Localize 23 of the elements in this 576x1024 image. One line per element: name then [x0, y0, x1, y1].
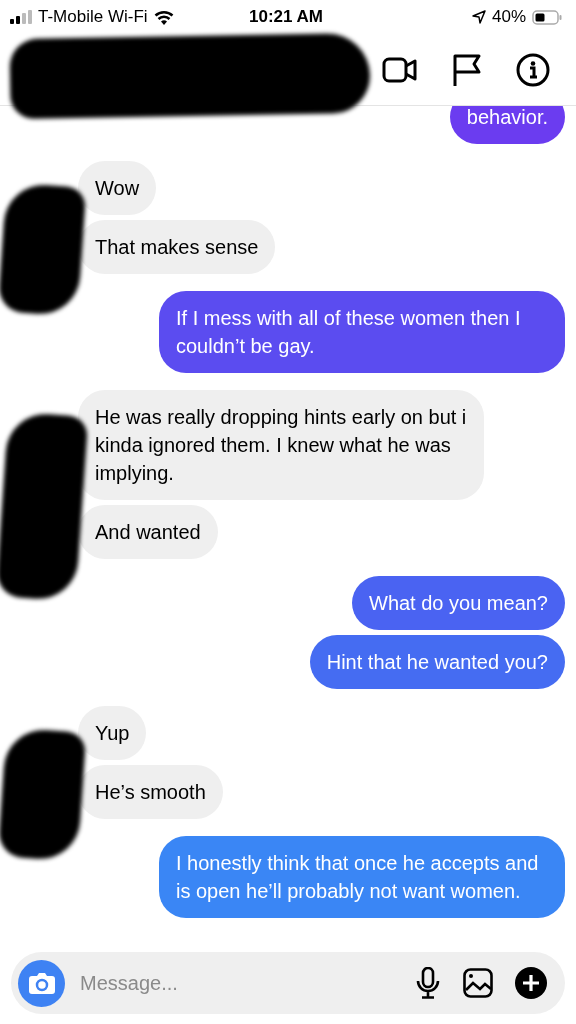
signal-icon — [10, 10, 32, 24]
message-bubble: Hint that he wanted you? — [309, 635, 565, 689]
carrier-name: T-Mobile Wi-Fi — [38, 7, 148, 27]
message-bubble: behavior. — [449, 106, 565, 144]
battery-percentage: 40% — [491, 7, 526, 27]
camera-icon — [28, 972, 55, 994]
info-icon[interactable] — [516, 52, 550, 87]
clock-time: 10:21 AM — [249, 7, 323, 26]
message-bubble: And wanted — [78, 505, 218, 559]
location-arrow-icon — [471, 10, 486, 24]
message-bubble: If I mess with all of these women then I couldn’t be gay. — [159, 291, 565, 373]
message-bubble: I honestly think that once he accepts and is open he’ll probably not want women. — [159, 836, 565, 918]
message-bubble: He was really dropping hints early on but i kinda ignored them. I knew what he was implying. — [78, 390, 484, 500]
wifi-icon — [153, 9, 174, 25]
image-icon[interactable] — [463, 968, 493, 998]
microphone-icon[interactable] — [415, 967, 441, 999]
message-bubble: Yup — [78, 706, 147, 760]
battery-icon — [532, 9, 562, 25]
message-bubble: What do you mean? — [352, 576, 565, 630]
camera-button[interactable] — [18, 959, 65, 1007]
message-bubble: Wow — [78, 161, 157, 215]
flag-icon[interactable] — [452, 52, 482, 87]
add-icon[interactable] — [515, 967, 547, 999]
